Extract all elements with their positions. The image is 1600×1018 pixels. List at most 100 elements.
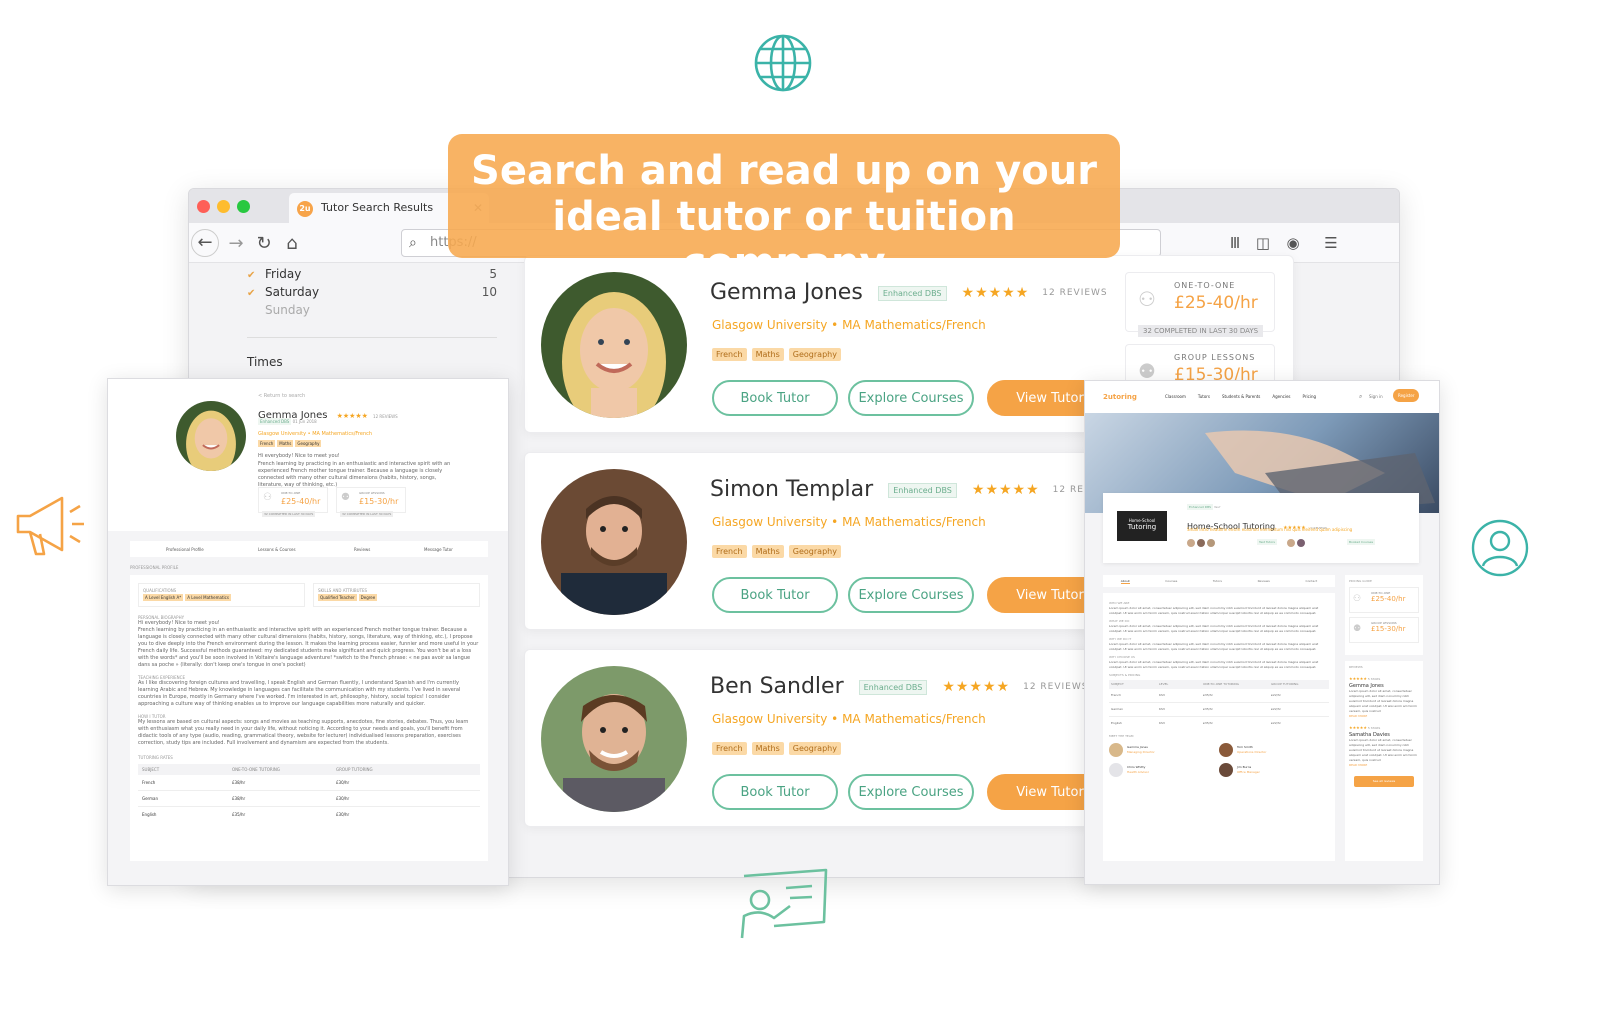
rating-stars: ★★★★★ [336,412,368,420]
site-nav: Classroom Tutors Students & Parents Agencie… [1165,394,1316,399]
explore-courses-button[interactable]: Explore Courses [848,380,974,416]
tab-reviews[interactable]: Reviews [1258,579,1270,583]
book-tutor-button[interactable]: Book Tutor [712,774,838,810]
subject-tag: Geography [788,545,841,558]
return-to-search-link[interactable]: < Return to search [258,393,305,400]
dbs-date: 01 Jun 2018 [292,419,317,424]
menu-icon[interactable]: ☰ [1321,233,1341,253]
one-to-one-price: ⚇ ONE-TO-ONE £25-40/hr 32 COMPLETED IN L… [1125,272,1275,337]
one-to-one-price: ⚇ ONE-TO-ONE £25-40/hr [258,487,328,513]
nav-pricing[interactable]: Pricing [1303,394,1316,399]
globe-icon [754,34,812,92]
profile-body: QUALIFICATIONS A Level English A* A Level… [130,575,488,861]
people-icon: ⚇ [1138,287,1156,311]
company-profile-page: 2utoring Classroom Tutors Students & Paren… [1084,380,1440,885]
sidebar-icon[interactable]: ◫ [1253,233,1273,253]
review-count[interactable]: 12 REVIEWS [1042,288,1107,298]
member-role: Operations Director [1237,750,1267,754]
avatar [1219,743,1233,757]
table-cell: £35/hr [1203,693,1213,697]
column-header: SUBJECT [142,767,160,772]
review-count[interactable]: 12 REVIEWS [373,414,398,419]
column-header: LEVEL [1159,682,1169,686]
nav-message-tutor[interactable]: Message Tutor [424,547,453,552]
read-more-link[interactable]: READ MORE [1349,714,1419,719]
one-to-one-price: ⚇ ONE-TO-ONE £25-40/hr [1349,587,1419,613]
account-icon[interactable]: ◉ [1283,233,1303,253]
tutor-name[interactable]: Ben Sandler [710,674,844,699]
nav-lessons-courses[interactable]: Lessons & Courses [258,547,296,552]
tab-tutors[interactable]: Tutors [1213,579,1222,583]
book-tutor-button[interactable]: Book Tutor [712,577,838,613]
tutor-university: Glasgow University [712,318,828,332]
nav-agencies[interactable]: Agencies [1272,394,1290,399]
subjects-header: SUBJECT LEVEL ONE-TO-ONE TUTORING GROUP TUT… [1109,680,1329,689]
table-row: English KS3 £35/hr £22/hr [1109,717,1329,730]
subject-tag: Maths [277,440,294,447]
tutors-pill[interactable]: Test Tutors [1257,539,1277,545]
nav-students-parents[interactable]: Students & Parents [1222,394,1260,399]
read-more-link[interactable]: READ MORE [1349,763,1419,768]
tutor-university: Glasgow University [712,515,828,529]
price-label: GROUP LESSONS [359,491,385,495]
book-tutor-button[interactable]: Book Tutor [712,380,838,416]
rates-label: TUTORING RATES [138,755,173,760]
library-icon[interactable]: Ⅲ [1225,233,1245,253]
bio-text: French learning by practicing in an enth… [138,627,479,668]
tab-title: Tutor Search Results [321,201,434,214]
minimize-window-button[interactable] [217,200,230,213]
reload-button[interactable]: ↻ [251,231,277,257]
table-cell: £30/hr [336,796,350,801]
nav-professional-profile[interactable]: Professional Profile [166,547,204,552]
team-member: Gemma Jones Managing Director [1109,743,1219,757]
nav-classroom[interactable]: Classroom [1165,394,1186,399]
tutor-name-row: Ben Sandler Enhanced DBS ★★★★★ 12 REVIEW… [710,674,1088,699]
nav-reviews[interactable]: Reviews [354,547,370,552]
avatar [1109,763,1123,777]
checkbox-icon[interactable]: ✔ [247,288,257,299]
tab-contact[interactable]: Contact [1305,579,1317,583]
rating-stars: ★★★★★ [942,679,1011,695]
price-label: ONE-TO-ONE [281,491,301,495]
checkbox-icon[interactable]: ✔ [247,270,257,281]
courses-pill[interactable]: Booked Courses [1346,539,1376,545]
team-grid: Gemma Jones Managing Director Tom Smith Op… [1109,743,1329,777]
register-button[interactable]: Register [1393,389,1420,402]
search-icon[interactable]: ⌕ [1359,393,1362,401]
avatar [1187,539,1195,547]
how-text: My lessons are based on cultural aspects… [138,719,469,746]
nav-tutors[interactable]: Tutors [1198,394,1210,399]
maximize-window-button[interactable] [237,200,250,213]
home-button[interactable]: ⌂ [279,231,305,257]
tab-courses[interactable]: Courses [1165,579,1177,583]
people-icon: ⚇ [1353,594,1362,604]
table-cell: KS3 [1159,707,1165,711]
rating-stars: ★★★★★ [1349,725,1367,730]
subject-tag: Maths [751,742,784,755]
team-member: Jim Burns Office Manager [1219,763,1329,777]
column-header: ONE-TO-ONE TUTORING [232,767,280,772]
tutor-course: MA Mathematics/French [842,712,986,726]
filter-day-saturday[interactable]: ✔ Saturday 10 [247,285,497,299]
table-cell: KS3 [1159,693,1165,697]
see-all-reviews-button[interactable]: See all reviews [1354,776,1414,787]
filter-day-sunday[interactable]: Sunday [265,303,515,317]
tutor-education: Glasgow University • MA Mathematics/Fren… [712,712,986,726]
explore-courses-button[interactable]: Explore Courses [848,577,974,613]
site-logo[interactable]: 2utoring [1103,393,1137,401]
subject-tag: Maths [751,348,784,361]
tab-about[interactable]: About [1120,579,1130,584]
tutor-name[interactable]: Simon Templar [710,477,873,502]
close-window-button[interactable] [197,200,210,213]
member-role: Health Advisor [1127,770,1149,774]
sign-in-link[interactable]: Sign in [1369,394,1383,399]
tutor-university: Glasgow University [712,712,828,726]
table-cell: £35/hr [232,812,246,817]
explore-courses-button[interactable]: Explore Courses [848,774,974,810]
back-button[interactable]: ← [191,229,219,257]
forward-button[interactable]: → [223,231,249,257]
section-text: Lorem ipsum dolor sit amet, consectetuer… [1109,624,1319,633]
qualifications-label: QUALIFICATIONS [143,588,177,593]
tutor-education: Glasgow University • MA Mathematics/Fren… [712,318,986,332]
review-count[interactable]: 12 REVIEWS [1023,682,1088,692]
